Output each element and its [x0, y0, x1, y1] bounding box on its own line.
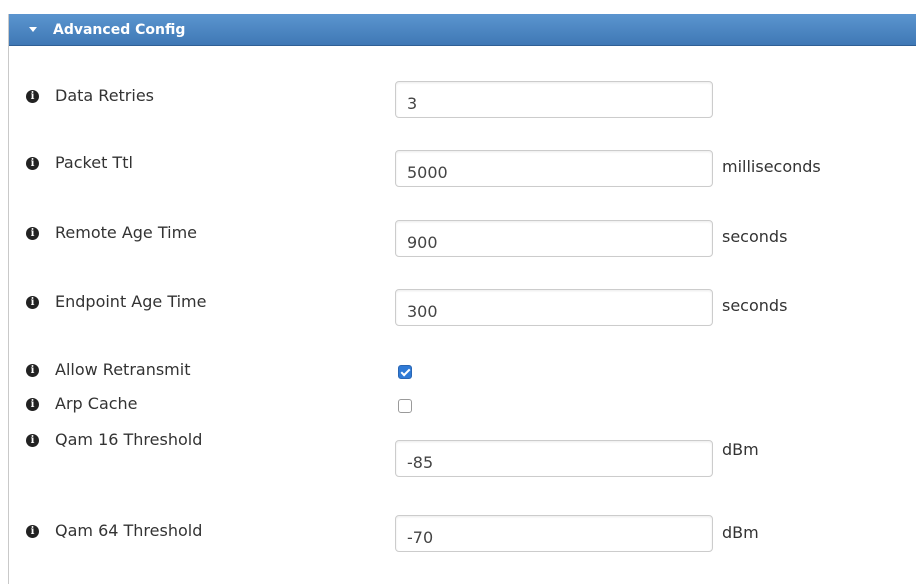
field-label: Arp Cache [55, 394, 138, 413]
field-label: Endpoint Age Time [55, 292, 207, 311]
info-icon[interactable]: i [26, 525, 39, 538]
unit-label: dBm [722, 523, 759, 542]
unit-label: seconds [722, 296, 788, 315]
packet-ttl-input[interactable] [395, 150, 713, 187]
info-icon[interactable]: i [26, 157, 39, 170]
unit-label: milliseconds [722, 157, 821, 176]
unit-label: dBm [722, 440, 759, 459]
unit-label: seconds [722, 227, 788, 246]
endpoint-age-time-input[interactable] [395, 289, 713, 326]
field-label: Qam 16 Threshold [55, 430, 203, 449]
info-icon[interactable]: i [26, 434, 39, 447]
caret-down-icon[interactable] [29, 27, 37, 32]
panel-title: Advanced Config [53, 22, 186, 38]
field-label: Remote Age Time [55, 223, 198, 242]
info-icon[interactable]: i [26, 90, 39, 103]
info-icon[interactable]: i [26, 227, 39, 240]
field-label: Allow Retransmit [55, 360, 191, 379]
data-retries-input[interactable] [395, 81, 713, 118]
info-icon[interactable]: i [26, 296, 39, 309]
advanced-config-panel: Advanced Config i Data Retries i Packet … [8, 14, 916, 584]
info-icon[interactable]: i [26, 364, 39, 377]
qam-16-threshold-input[interactable] [395, 440, 713, 477]
qam-64-threshold-input[interactable] [395, 515, 713, 552]
field-label: Qam 64 Threshold [55, 521, 203, 540]
panel-header[interactable]: Advanced Config [9, 14, 916, 46]
field-label: Packet Ttl [55, 153, 133, 172]
remote-age-time-input[interactable] [395, 220, 713, 257]
allow-retransmit-checkbox[interactable] [398, 365, 412, 379]
field-label: Data Retries [55, 86, 155, 105]
arp-cache-checkbox[interactable] [398, 399, 412, 413]
info-icon[interactable]: i [26, 398, 39, 411]
